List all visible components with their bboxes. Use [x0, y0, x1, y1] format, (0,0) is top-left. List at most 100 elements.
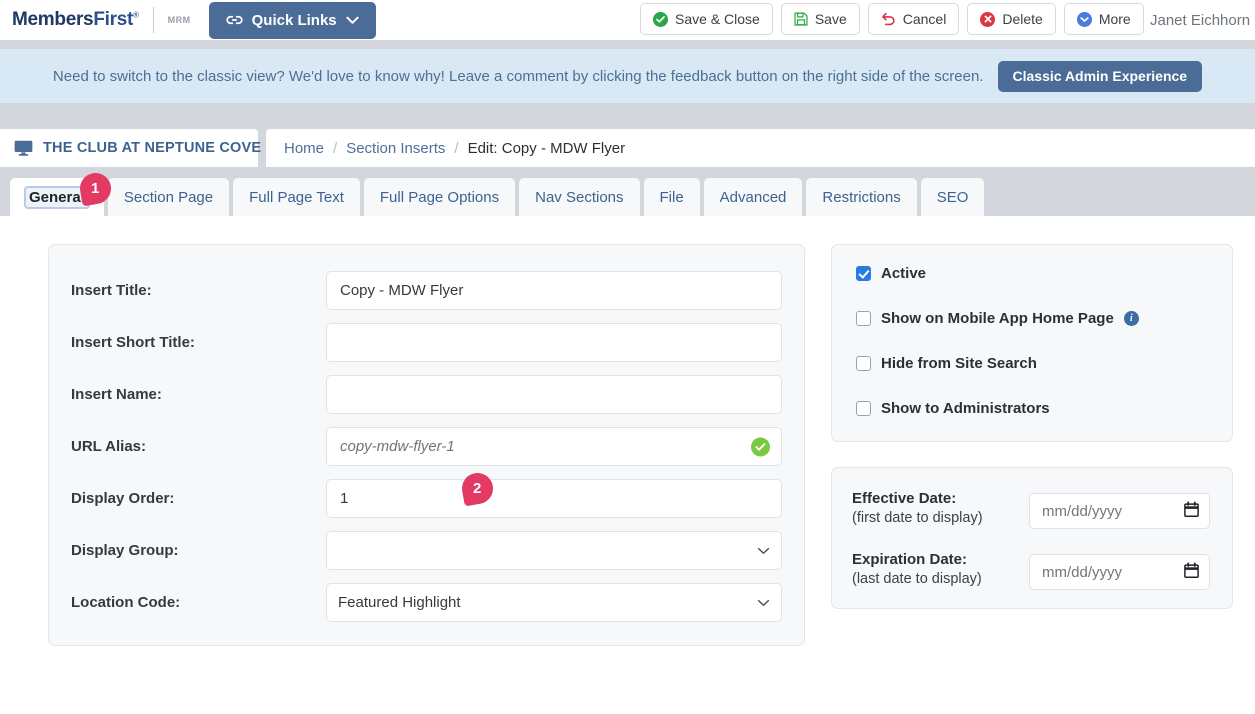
- location-code-select[interactable]: Featured Highlight: [326, 583, 782, 622]
- classic-view-banner: Need to switch to the classic view? We'd…: [0, 49, 1255, 103]
- tab-bar: General Section Page Full Page Text Full…: [0, 167, 1255, 216]
- quick-links-button[interactable]: Quick Links: [208, 1, 376, 39]
- banner-message: Need to switch to the classic view? We'd…: [52, 67, 984, 85]
- location-code-label: Location Code:: [71, 594, 181, 611]
- field-display-order: Display Order:: [71, 479, 782, 518]
- breadcrumb-bar: THE CLUB AT NEPTUNE COVE Home / Section …: [0, 112, 1255, 167]
- tab-nav-sections[interactable]: Nav Sections: [519, 178, 640, 216]
- display-order-input[interactable]: [326, 479, 782, 518]
- more-label: More: [1098, 11, 1131, 27]
- option-show-on-mobile-app-home-page[interactable]: Show on Mobile App Home Page i: [856, 310, 1210, 327]
- insert-title-input[interactable]: [326, 271, 782, 310]
- field-insert-title: Insert Title:: [71, 271, 782, 310]
- delete-button[interactable]: Delete: [967, 3, 1056, 35]
- product-tag: MRM: [167, 15, 191, 25]
- logo-first-text: First: [93, 9, 134, 30]
- show-to-administrators-checkbox[interactable]: [856, 401, 871, 416]
- breadcrumb-separator: /: [333, 139, 338, 157]
- undo-arrow-icon: [881, 12, 896, 26]
- tab-full-page-text[interactable]: Full Page Text: [233, 178, 360, 216]
- cancel-button[interactable]: Cancel: [867, 3, 960, 35]
- save-label: Save: [814, 11, 847, 27]
- option-hide-from-site-search[interactable]: Hide from Site Search: [856, 355, 1210, 372]
- tab-section-page-label: Section Page: [123, 188, 214, 206]
- field-effective-date: Effective Date: (first date to display): [852, 490, 1210, 529]
- show-to-administrators-label: Show to Administrators: [881, 400, 1050, 417]
- quick-links-label: Quick Links: [251, 11, 337, 29]
- field-insert-short-title: Insert Short Title:: [71, 323, 782, 362]
- insert-title-label: Insert Title:: [71, 282, 152, 299]
- tab-restrictions[interactable]: Restrictions: [806, 178, 917, 216]
- field-expiration-date: Expiration Date: (last date to display): [852, 551, 1210, 590]
- user-name[interactable]: Janet Eichhorn: [1150, 12, 1250, 29]
- insert-name-label: Insert Name:: [71, 386, 162, 403]
- monitor-icon: [14, 140, 33, 156]
- insert-short-title-input[interactable]: [326, 323, 782, 362]
- hide-from-site-search-checkbox[interactable]: [856, 356, 871, 371]
- tab-seo[interactable]: SEO: [920, 178, 985, 216]
- show-on-mobile-app-home-page-checkbox[interactable]: [856, 311, 871, 326]
- more-button[interactable]: More: [1063, 3, 1144, 35]
- active-checkbox[interactable]: [856, 266, 871, 281]
- top-bar: MembersFirst® MRM Quick Links Save & Clo…: [0, 0, 1255, 40]
- floppy-disk-icon: [794, 12, 808, 26]
- save-and-close-label: Save & Close: [675, 11, 760, 27]
- site-selector[interactable]: THE CLUB AT NEPTUNE COVE: [0, 129, 262, 167]
- check-circle-icon: [653, 11, 668, 27]
- breadcrumb-item-current: Edit: Copy - MDW Flyer: [467, 139, 626, 157]
- breadcrumb-item-section-inserts[interactable]: Section Inserts: [346, 140, 445, 157]
- banner-top-separator: [0, 40, 1255, 49]
- active-label: Active: [881, 265, 927, 282]
- chevron-down-circle-icon: [1076, 11, 1092, 27]
- link-icon: [226, 13, 243, 27]
- green-check-icon: [751, 437, 770, 456]
- cancel-label: Cancel: [902, 11, 947, 27]
- brand-area: MembersFirst® MRM: [12, 7, 191, 33]
- classic-admin-experience-button[interactable]: Classic Admin Experience: [997, 60, 1203, 92]
- tab-section-page[interactable]: Section Page: [107, 178, 230, 216]
- url-alias-input[interactable]: [326, 427, 782, 466]
- url-alias-label: URL Alias:: [71, 438, 147, 455]
- tab-full-page-text-label: Full Page Text: [249, 188, 344, 206]
- delete-label: Delete: [1002, 11, 1043, 27]
- show-on-mobile-app-home-page-label: Show on Mobile App Home Page: [881, 310, 1114, 327]
- field-url-alias: URL Alias:: [71, 427, 782, 466]
- option-active[interactable]: Active: [856, 265, 1210, 282]
- save-button[interactable]: Save: [780, 3, 860, 35]
- tab-full-page-options[interactable]: Full Page Options: [363, 178, 516, 216]
- insert-name-input[interactable]: [326, 375, 782, 414]
- insert-short-title-label: Insert Short Title:: [71, 334, 195, 351]
- banner-bottom-separator: [0, 103, 1255, 112]
- tab-advanced-label: Advanced: [719, 188, 787, 206]
- tab-advanced[interactable]: Advanced: [703, 178, 803, 216]
- effective-date-input[interactable]: [1029, 493, 1210, 529]
- display-group-label: Display Group:: [71, 542, 179, 559]
- effective-date-sublabel: (first date to display): [852, 510, 983, 526]
- option-show-to-administrators[interactable]: Show to Administrators: [856, 400, 1210, 417]
- x-circle-icon: [980, 11, 996, 27]
- logo-members-text: Members: [12, 9, 94, 30]
- expiration-date-input[interactable]: [1029, 554, 1210, 590]
- tab-file[interactable]: File: [643, 178, 700, 216]
- info-icon[interactable]: i: [1123, 311, 1139, 326]
- main-content: Insert Title: Insert Short Title: Insert…: [0, 216, 1255, 646]
- field-display-group: Display Group:: [71, 531, 782, 570]
- insert-details-panel: Insert Title: Insert Short Title: Insert…: [48, 244, 805, 646]
- tab-file-label: File: [659, 188, 684, 206]
- date-range-panel: Effective Date: (first date to display): [831, 467, 1233, 609]
- step-marker-1-number: 1: [91, 180, 100, 197]
- chevron-down-icon: [346, 16, 359, 25]
- site-name: THE CLUB AT NEPTUNE COVE: [43, 140, 262, 156]
- breadcrumb: Home / Section Inserts / Edit: Copy - MD…: [266, 129, 1255, 167]
- display-order-label: Display Order:: [71, 490, 175, 507]
- brand-divider: [152, 7, 154, 33]
- action-toolbar: Save & Close Save Cancel Delete More: [640, 3, 1144, 35]
- display-group-select[interactable]: [326, 531, 782, 570]
- effective-date-label: Effective Date:: [852, 490, 957, 507]
- members-first-logo[interactable]: MembersFirst®: [12, 9, 139, 31]
- breadcrumb-separator: /: [454, 139, 459, 157]
- breadcrumb-item-home[interactable]: Home: [284, 140, 324, 157]
- tab-full-page-options-label: Full Page Options: [379, 188, 500, 206]
- expiration-date-label: Expiration Date:: [852, 551, 968, 568]
- save-and-close-button[interactable]: Save & Close: [640, 3, 773, 35]
